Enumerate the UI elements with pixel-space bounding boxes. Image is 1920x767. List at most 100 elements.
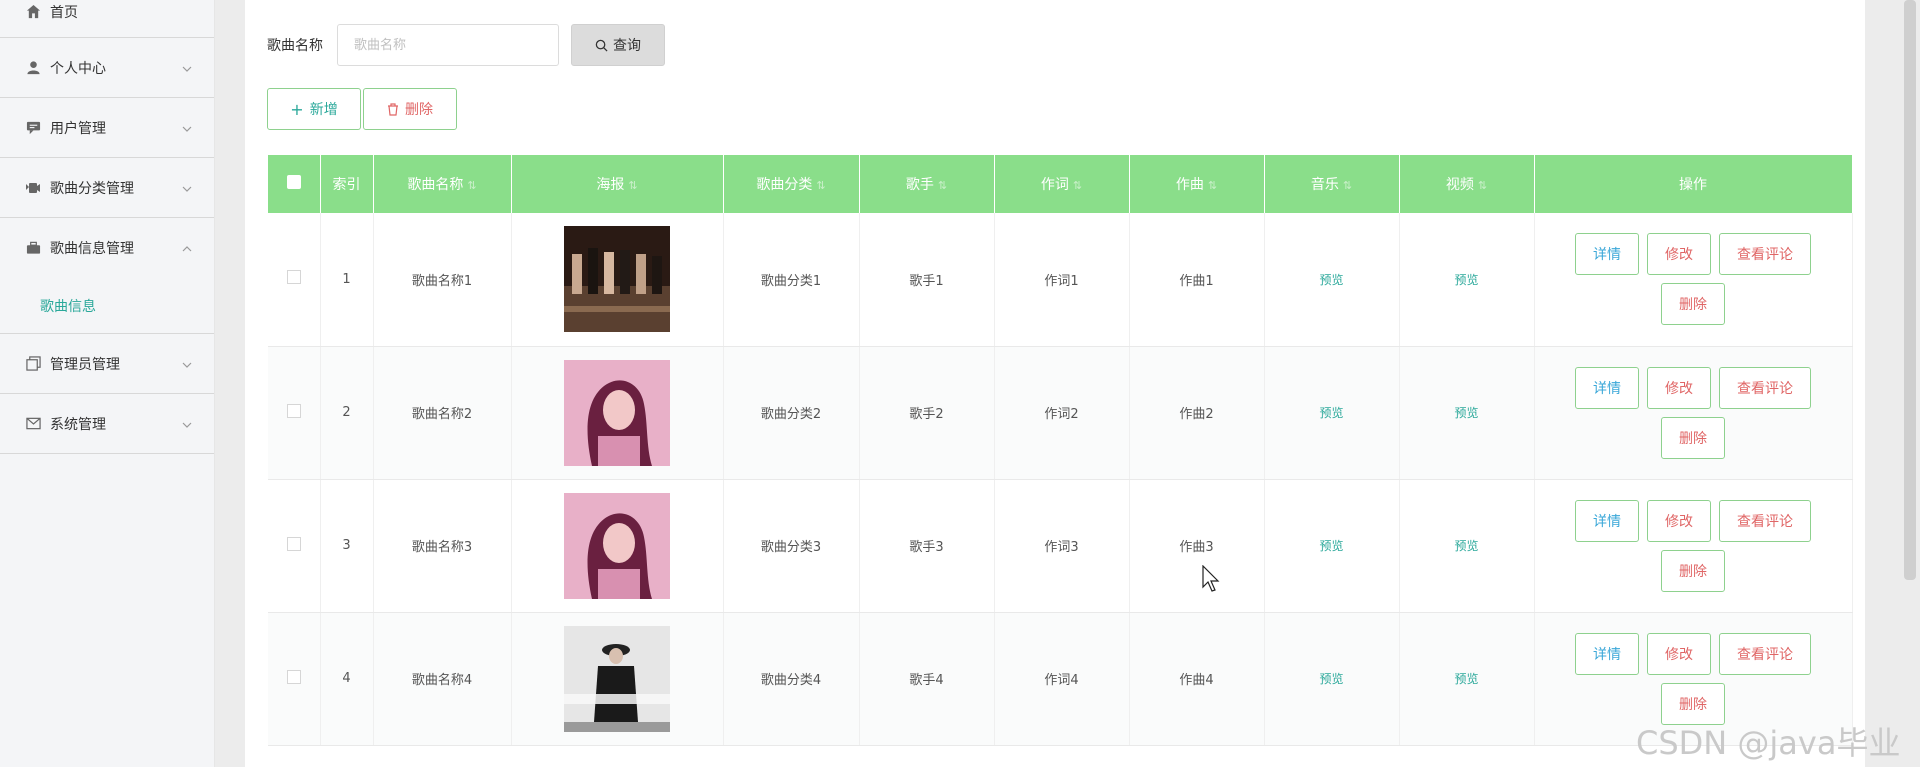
plus-icon: + xyxy=(290,99,304,119)
cell-song-name: 歌曲名称4 xyxy=(373,612,512,746)
sort-icon[interactable]: ⇅ xyxy=(1208,179,1217,192)
column-header-category[interactable]: 歌曲分类 ⇅ xyxy=(723,155,860,213)
video-preview-link[interactable]: 预览 xyxy=(1454,406,1478,420)
sidebar-item-song-category-management[interactable]: 歌曲分类管理 xyxy=(0,158,214,218)
select-all-header[interactable] xyxy=(268,155,321,213)
sidebar-item-user-management[interactable]: 用户管理 xyxy=(0,98,214,158)
cell-category: 歌曲分类4 xyxy=(723,612,860,746)
detail-button[interactable]: 详情 xyxy=(1575,233,1639,276)
edit-button[interactable]: 修改 xyxy=(1647,366,1711,409)
cell-poster xyxy=(511,346,724,480)
column-header-song-name[interactable]: 歌曲名称 ⇅ xyxy=(373,155,512,213)
sidebar-item-admin-management[interactable]: 管理员管理 xyxy=(0,334,214,394)
cell-lyricist: 作词3 xyxy=(994,479,1130,613)
video-icon xyxy=(24,179,42,197)
column-header-music[interactable]: 音乐 ⇅ xyxy=(1264,155,1400,213)
sidebar-subitem-song-info[interactable]: 歌曲信息 xyxy=(0,278,214,334)
detail-button[interactable]: 详情 xyxy=(1575,366,1639,409)
cell-composer: 作曲2 xyxy=(1129,346,1265,480)
table-row: 3 歌曲名称3 歌曲分类3 歌手3 作词3 作曲3 预览 预览 详情 修改 查看… xyxy=(268,479,1853,613)
video-preview-link[interactable]: 预览 xyxy=(1454,672,1478,686)
row-checkbox[interactable] xyxy=(286,536,301,551)
column-header-video[interactable]: 视频 ⇅ xyxy=(1399,155,1535,213)
sort-icon[interactable]: ⇅ xyxy=(1073,179,1082,192)
add-button[interactable]: + 新增 xyxy=(267,88,361,130)
sidebar-item-system-management[interactable]: 系统管理 xyxy=(0,394,214,454)
mail-icon xyxy=(24,415,42,433)
cell-lyricist: 作词1 xyxy=(994,213,1130,347)
detail-button[interactable]: 详情 xyxy=(1575,499,1639,542)
music-preview-link[interactable]: 预览 xyxy=(1319,406,1343,420)
sidebar-item-label: 系统管理 xyxy=(50,416,106,433)
view-comments-button[interactable]: 查看评论 xyxy=(1719,499,1811,542)
cell-song-name: 歌曲名称2 xyxy=(373,346,512,480)
view-comments-button[interactable]: 查看评论 xyxy=(1719,366,1811,409)
cell-index: 3 xyxy=(320,479,374,613)
column-header-composer[interactable]: 作曲 ⇅ xyxy=(1129,155,1265,213)
sort-icon[interactable]: ⇅ xyxy=(1343,179,1352,192)
search-icon xyxy=(595,39,608,52)
column-header-lyricist[interactable]: 作词 ⇅ xyxy=(994,155,1130,213)
row-checkbox[interactable] xyxy=(286,669,301,684)
music-preview-link[interactable]: 预览 xyxy=(1319,273,1343,287)
add-button-label: 新增 xyxy=(309,102,338,118)
sidebar-item-label: 个人中心 xyxy=(50,60,106,77)
sidebar-item-label: 歌曲分类管理 xyxy=(50,180,134,197)
music-preview-link[interactable]: 预览 xyxy=(1319,672,1343,686)
cell-operations: 详情 修改 查看评论 删除 xyxy=(1534,346,1853,480)
chevron-down-icon xyxy=(182,180,192,196)
delete-button-label: 删除 xyxy=(405,102,433,118)
delete-button[interactable]: 删除 xyxy=(1661,416,1725,459)
sidebar-item-home[interactable]: 首页 xyxy=(0,0,214,38)
edit-button[interactable]: 修改 xyxy=(1647,632,1711,675)
column-header-poster[interactable]: 海报 ⇅ xyxy=(511,155,724,213)
sidebar: 首页 个人中心 用户管理 歌曲分类管理 歌曲信息管理 歌曲信息 管理员管理 系统… xyxy=(0,0,215,767)
search-button[interactable]: 查询 xyxy=(571,24,665,66)
cell-lyricist: 作词4 xyxy=(994,612,1130,746)
video-preview-link[interactable]: 预览 xyxy=(1454,539,1478,553)
music-preview-link[interactable]: 预览 xyxy=(1319,539,1343,553)
chevron-down-icon xyxy=(182,60,192,76)
home-icon xyxy=(24,2,42,20)
search-button-label: 查询 xyxy=(613,38,641,54)
row-checkbox[interactable] xyxy=(286,270,301,285)
cell-lyricist: 作词2 xyxy=(994,346,1130,480)
poster-image[interactable] xyxy=(564,359,670,466)
cell-song-name: 歌曲名称3 xyxy=(373,479,512,613)
view-comments-button[interactable]: 查看评论 xyxy=(1719,632,1811,675)
sidebar-item-personal-center[interactable]: 个人中心 xyxy=(0,38,214,98)
poster-image[interactable] xyxy=(564,226,670,333)
vertical-scrollbar[interactable] xyxy=(1904,0,1916,580)
table-row: 2 歌曲名称2 歌曲分类2 歌手2 作词2 作曲2 预览 预览 详情 修改 查看… xyxy=(268,346,1853,480)
sort-icon[interactable]: ⇅ xyxy=(628,179,637,192)
video-preview-link[interactable]: 预览 xyxy=(1454,273,1478,287)
search-label: 歌曲名称 xyxy=(267,38,323,54)
sidebar-item-label: 用户管理 xyxy=(50,120,106,137)
select-all-checkbox[interactable] xyxy=(286,175,301,189)
column-header-singer[interactable]: 歌手 ⇅ xyxy=(859,155,995,213)
cell-index: 2 xyxy=(320,346,374,480)
song-name-search-input[interactable] xyxy=(337,24,559,66)
briefcase-icon xyxy=(24,239,42,257)
poster-image[interactable] xyxy=(564,492,670,599)
delete-button[interactable]: 删除 xyxy=(1661,283,1725,326)
detail-button[interactable]: 详情 xyxy=(1575,632,1639,675)
edit-button[interactable]: 修改 xyxy=(1647,499,1711,542)
sort-icon[interactable]: ⇅ xyxy=(938,179,947,192)
content-gutter xyxy=(215,0,245,767)
sort-icon[interactable]: ⇅ xyxy=(1478,179,1487,192)
sort-icon[interactable]: ⇅ xyxy=(816,179,825,192)
view-comments-button[interactable]: 查看评论 xyxy=(1719,233,1811,276)
edit-button[interactable]: 修改 xyxy=(1647,233,1711,276)
sort-icon[interactable]: ⇅ xyxy=(467,179,476,192)
batch-delete-button[interactable]: 删除 xyxy=(363,88,457,130)
poster-image[interactable] xyxy=(564,625,670,732)
song-table: 索引 歌曲名称 ⇅ 海报 ⇅ 歌曲分类 ⇅ 歌手 ⇅ 作词 ⇅ 作曲 ⇅ 音乐 ⇅ 视频 ⇅ 操… xyxy=(268,155,1853,746)
row-checkbox[interactable] xyxy=(286,403,301,418)
delete-button[interactable]: 删除 xyxy=(1661,549,1725,592)
cell-singer: 歌手4 xyxy=(859,612,995,746)
sidebar-item-label: 歌曲信息管理 xyxy=(50,241,134,257)
cell-poster xyxy=(511,479,724,613)
sidebar-item-song-info-management[interactable]: 歌曲信息管理 xyxy=(0,218,214,278)
cell-poster xyxy=(511,213,724,347)
